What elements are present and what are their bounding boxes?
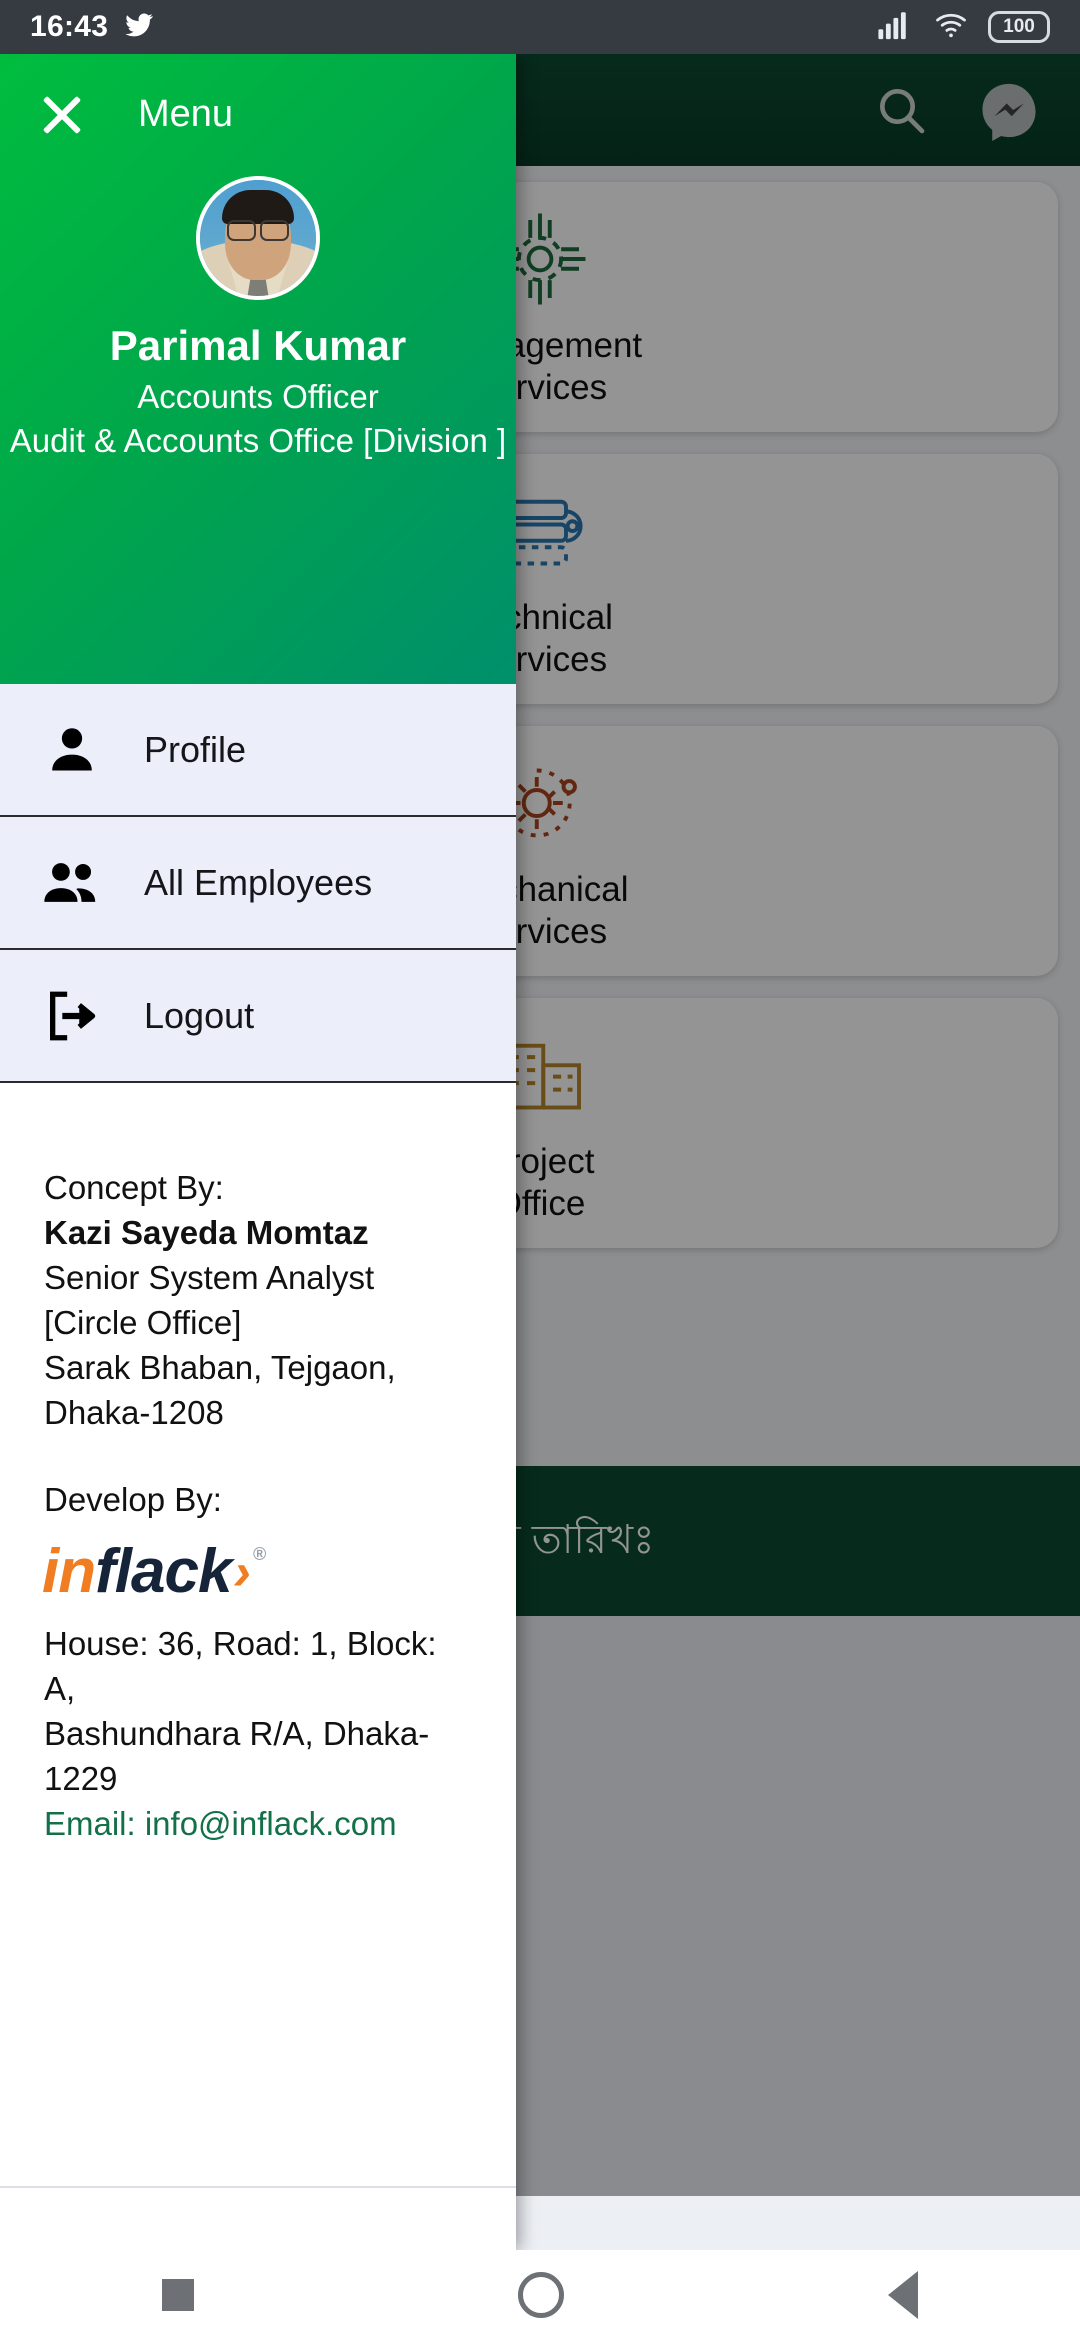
- battery-level: 100: [1003, 16, 1035, 37]
- menu-item-all-employees[interactable]: All Employees: [0, 817, 516, 950]
- menu-item-label: All Employees: [144, 861, 373, 903]
- logo-chevron-icon: ›: [233, 1543, 250, 1601]
- logo-text-in: in: [42, 1537, 96, 1606]
- menu-item-label: Logout: [144, 994, 255, 1036]
- concept-by-title: Senior System Analyst [Circle Office]: [44, 1259, 375, 1341]
- menu-item-profile[interactable]: Profile: [0, 684, 516, 817]
- menu-item-label: Profile: [144, 728, 247, 770]
- square-recents-icon[interactable]: [162, 2279, 194, 2311]
- person-icon: [22, 721, 122, 779]
- profile-office: Audit & Accounts Office [Division ]: [9, 422, 507, 459]
- developer-email[interactable]: Email: info@inflack.com: [44, 1801, 472, 1846]
- twitter-bird-icon: [122, 10, 156, 45]
- cellular-signal-icon: [874, 8, 914, 47]
- developer-address-line1: House: 36, Road: 1, Block: A,: [44, 1625, 437, 1707]
- profile-designation: Accounts Officer: [137, 378, 379, 415]
- logout-icon: [22, 987, 122, 1045]
- profile-name: Parimal Kumar: [109, 322, 407, 369]
- status-bar: 16:43 100: [0, 0, 1080, 54]
- drawer-header: Menu Parimal Kumar Accounts Officer Audi…: [0, 54, 516, 684]
- drawer-footer: Concept By: Kazi Sayeda Momtaz Senior Sy…: [0, 1083, 516, 2250]
- logo-text-flack: flack: [95, 1537, 232, 1606]
- wifi-icon: [930, 8, 972, 47]
- developer-address-line2: Bashundhara R/A, Dhaka-1229: [44, 1715, 430, 1797]
- triangle-back-icon[interactable]: [888, 2271, 918, 2319]
- develop-by-label: Develop By:: [44, 1481, 222, 1518]
- drawer-title: Menu: [138, 92, 234, 135]
- avatar[interactable]: [196, 176, 320, 300]
- concept-by-label: Concept By:: [44, 1169, 224, 1206]
- people-group-icon: [22, 854, 122, 912]
- inflack-logo: in flack › ®: [42, 1536, 472, 1607]
- menu-item-logout[interactable]: Logout: [0, 950, 516, 1083]
- close-icon[interactable]: [36, 88, 88, 140]
- status-time: 16:43: [30, 10, 109, 43]
- search-icon[interactable]: [870, 79, 932, 141]
- drawer-divider: [0, 2186, 516, 2188]
- android-nav-bar: [0, 2250, 1080, 2340]
- battery-indicator: 100: [988, 11, 1050, 43]
- navigation-drawer: Menu Parimal Kumar Accounts Officer Audi…: [0, 54, 516, 2250]
- concept-by-name: Kazi Sayeda Momtaz: [44, 1214, 369, 1251]
- drawer-menu-list: Profile All Employees Logout: [0, 684, 516, 1083]
- circle-home-icon[interactable]: [518, 2272, 564, 2318]
- messenger-icon[interactable]: [978, 79, 1040, 141]
- logo-registered-mark: ®: [252, 1544, 266, 1564]
- concept-by-address: Sarak Bhaban, Tejgaon, Dhaka-1208: [44, 1349, 396, 1431]
